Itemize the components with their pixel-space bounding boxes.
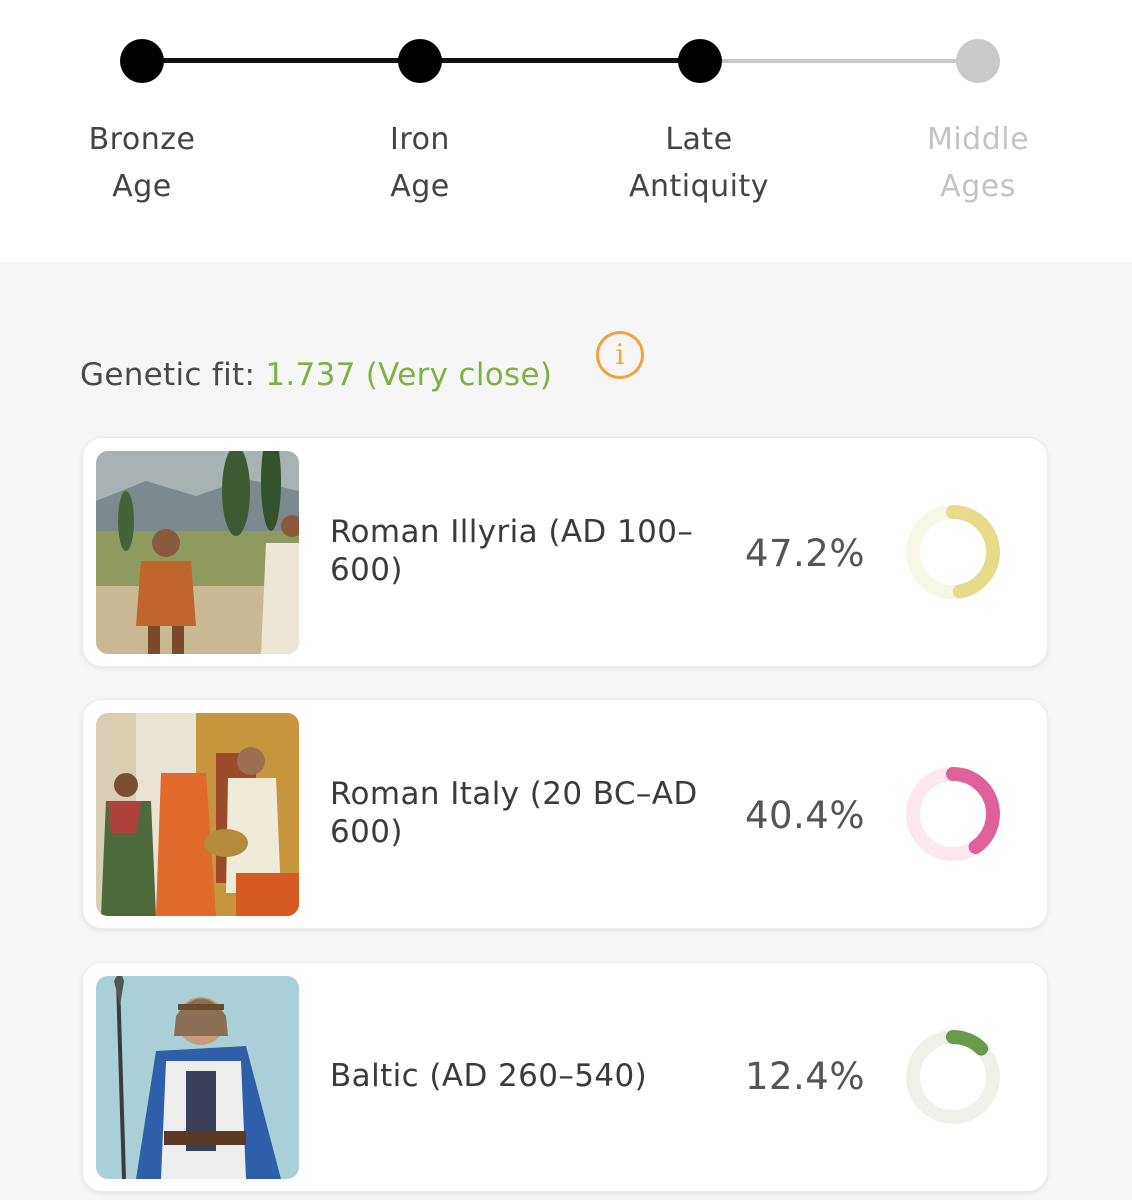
label-line: Ages — [940, 169, 1016, 204]
label-line: Iron — [390, 122, 450, 157]
label-line: Bronze — [88, 122, 196, 157]
percent-donut — [906, 767, 1000, 861]
percent-donut — [906, 1030, 1000, 1124]
timeline-label-middle-ages[interactable]: Middle Ages — [868, 116, 1088, 210]
population-name: Roman Italy (20 BC–AD 600) — [330, 776, 698, 850]
label-line: Late — [665, 122, 733, 157]
timeline-remaining-line — [700, 59, 978, 63]
population-percent: 12.4% — [744, 1055, 865, 1098]
info-icon[interactable]: i — [596, 331, 644, 379]
population-name: Baltic (AD 260–540) — [330, 1058, 648, 1094]
population-card[interactable]: Roman Illyria (AD 100–600) 47.2% — [82, 437, 1048, 667]
population-percent: 40.4% — [744, 794, 865, 837]
timeline-dot-iron-age[interactable] — [398, 39, 442, 83]
label-line: Antiquity — [628, 169, 770, 204]
population-percent: 47.2% — [744, 532, 865, 575]
timeline-dot-late-antiquity[interactable] — [678, 39, 722, 83]
timeline-label-iron-age[interactable]: Iron Age — [310, 116, 530, 210]
percent-donut — [906, 505, 1000, 599]
label-line: Middle — [926, 122, 1030, 157]
roman-italy-painting — [96, 713, 299, 916]
baltic-warrior-painting — [96, 976, 299, 1179]
roman-illyria-painting — [96, 451, 299, 654]
population-name: Roman Illyria (AD 100–600) — [330, 514, 694, 588]
timeline-label-late-antiquity[interactable]: Late Antiquity — [589, 116, 809, 210]
genetic-fit: Genetic fit: 1.737 (Very close) — [80, 352, 552, 398]
population-card[interactable]: Roman Italy (20 BC–AD 600) 40.4% — [82, 699, 1048, 929]
timeline-dot-middle-ages[interactable] — [956, 39, 1000, 83]
timeline-label-bronze-age[interactable]: Bronze Age — [32, 116, 252, 210]
genetic-fit-label: Genetic fit: — [80, 357, 256, 393]
timeline-dot-bronze-age[interactable] — [120, 39, 164, 83]
label-line: Age — [112, 169, 172, 204]
label-line: Age — [390, 169, 450, 204]
era-timeline: Bronze Age Iron Age Late Antiquity Middl… — [0, 0, 1132, 262]
genetic-fit-value: 1.737 (Very close) — [265, 357, 553, 393]
population-card[interactable]: Baltic (AD 260–540) 12.4% — [82, 962, 1048, 1192]
